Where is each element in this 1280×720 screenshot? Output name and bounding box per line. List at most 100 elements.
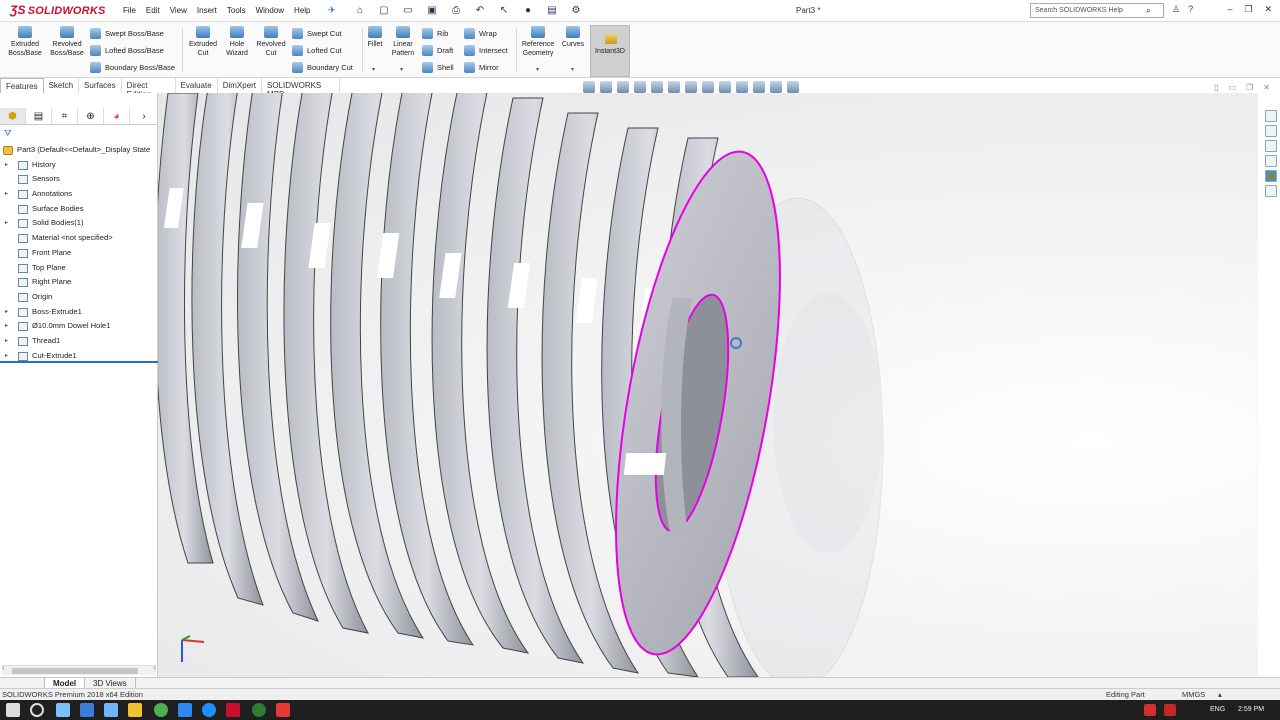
fillet-button[interactable]: Fillet: [364, 26, 386, 49]
options-gear-icon[interactable]: ⚙: [566, 3, 586, 18]
scroll-thumb[interactable]: [12, 668, 138, 674]
filter-icon[interactable]: ⛛: [4, 128, 12, 139]
app-icon[interactable]: [202, 703, 216, 717]
realview-icon[interactable]: [770, 81, 782, 93]
menu-tools[interactable]: Tools: [222, 6, 251, 15]
select-icon[interactable]: ↖: [494, 3, 514, 18]
display-manager-tab-icon[interactable]: ◕: [104, 108, 130, 124]
app-icon[interactable]: [276, 703, 290, 717]
rib-button[interactable]: Rib: [422, 28, 448, 39]
appearances-icon[interactable]: [1265, 170, 1277, 182]
tree-item-right-plane[interactable]: Right Plane: [0, 275, 158, 290]
section-view-icon[interactable]: [634, 81, 646, 93]
windows-start-icon[interactable]: [6, 703, 20, 717]
minimize-icon[interactable]: –: [1227, 4, 1232, 15]
threaded-part-model[interactable]: [158, 93, 1258, 677]
revolved-boss-button[interactable]: Revolved Boss/Base: [48, 26, 86, 58]
search-icon[interactable]: ⌕: [1146, 5, 1151, 16]
design-library-icon[interactable]: [1265, 125, 1277, 137]
task-view-icon[interactable]: [56, 703, 70, 717]
tree-item-history[interactable]: ▸ History: [0, 158, 158, 173]
rebuild-icon[interactable]: ●: [518, 3, 538, 18]
expand-arrow-icon[interactable]: ▸: [5, 305, 8, 319]
units-dropdown-icon[interactable]: ▴: [1218, 690, 1222, 699]
previous-view-icon[interactable]: [617, 81, 629, 93]
view-palette-icon[interactable]: [1265, 155, 1277, 167]
zoom-to-fit-icon[interactable]: [583, 81, 595, 93]
close-icon[interactable]: ✕: [1264, 4, 1272, 15]
tab-features[interactable]: Features: [0, 78, 44, 93]
reference-geometry-button[interactable]: Reference Geometry: [518, 26, 558, 58]
file-explorer-icon[interactable]: [1265, 140, 1277, 152]
curves-dropdown-icon[interactable]: ▾: [571, 66, 574, 73]
dynamic-annotation-icon[interactable]: [651, 81, 663, 93]
expand-arrow-icon[interactable]: ▸: [5, 158, 8, 172]
graphics-area[interactable]: [158, 93, 1258, 677]
file-explorer-icon[interactable]: [128, 703, 142, 717]
hide-show-icon[interactable]: [702, 81, 714, 93]
custom-properties-icon[interactable]: [1265, 185, 1277, 197]
swept-cut-button[interactable]: Swept Cut: [292, 28, 342, 39]
viewport-close-icon[interactable]: ✕: [1263, 83, 1270, 92]
tab-sketch[interactable]: Sketch: [44, 78, 80, 93]
menu-insert[interactable]: Insert: [192, 6, 222, 15]
lofted-cut-button[interactable]: Lofted Cut: [292, 45, 342, 56]
boundary-boss-button[interactable]: Boundary Boss/Base: [90, 62, 175, 73]
cube-view-icon[interactable]: [787, 81, 799, 93]
home-icon[interactable]: ⌂: [350, 3, 370, 18]
app-icon[interactable]: [80, 703, 94, 717]
tree-item-dowel-hole[interactable]: ▸ Ø10.0mm Dowel Hole1: [0, 319, 158, 334]
expand-arrow-icon[interactable]: ▸: [5, 319, 8, 333]
viewport-minimize-icon[interactable]: ▭: [1229, 83, 1237, 92]
tab-direct-editing[interactable]: Direct Editing: [122, 78, 176, 99]
curves-button[interactable]: Curves: [560, 26, 586, 49]
viewport-tile-icon[interactable]: ▯: [1214, 83, 1218, 92]
edit-appearance-icon[interactable]: [719, 81, 731, 93]
boundary-cut-button[interactable]: Boundary Cut: [292, 62, 353, 73]
tree-item-solid-bodies[interactable]: ▸ Solid Bodies(1): [0, 216, 158, 231]
solidworks-resources-icon[interactable]: [1265, 110, 1277, 122]
wrap-button[interactable]: Wrap: [464, 28, 497, 39]
extruded-boss-button[interactable]: Extruded Boss/Base: [6, 26, 44, 58]
tree-horizontal-scrollbar[interactable]: ‹ ›: [2, 665, 156, 675]
configuration-manager-tab-icon[interactable]: ⌗: [52, 108, 78, 124]
menu-file[interactable]: File: [118, 6, 141, 15]
revolved-cut-button[interactable]: Revolved Cut: [254, 26, 288, 58]
tree-item-annotations[interactable]: ▸ Annotations: [0, 187, 158, 202]
tab-evaluate[interactable]: Evaluate: [176, 78, 218, 93]
tab-surfaces[interactable]: Surfaces: [79, 78, 122, 93]
help-question-icon[interactable]: ?: [1188, 4, 1193, 15]
expand-tabs-icon[interactable]: ›: [130, 108, 158, 124]
tray-icon[interactable]: [1164, 704, 1176, 716]
expand-arrow-icon[interactable]: ▸: [5, 349, 8, 363]
property-manager-tab-icon[interactable]: ▤: [26, 108, 52, 124]
expand-arrow-icon[interactable]: ▸: [5, 187, 8, 201]
search-icon[interactable]: [30, 703, 44, 717]
language-indicator[interactable]: ENG: [1210, 706, 1225, 713]
shell-button[interactable]: Shell: [422, 62, 454, 73]
apply-scene-icon[interactable]: [736, 81, 748, 93]
lofted-boss-button[interactable]: Lofted Boss/Base: [90, 45, 164, 56]
viewport-restore-icon[interactable]: ❐: [1246, 83, 1253, 92]
chrome-icon[interactable]: [154, 703, 168, 717]
file-properties-icon[interactable]: ▤: [542, 3, 562, 18]
open-folder-icon[interactable]: ▭: [398, 3, 418, 18]
solidworks-taskbar-icon[interactable]: [226, 703, 240, 717]
menu-window[interactable]: Window: [251, 6, 289, 15]
tree-item-thread1[interactable]: ▸ Thread1: [0, 334, 158, 349]
swept-boss-button[interactable]: Swept Boss/Base: [90, 28, 164, 39]
tree-item-boss-extrude1[interactable]: ▸ Boss-Extrude1: [0, 305, 158, 320]
clock[interactable]: 2:59 PM: [1238, 706, 1264, 713]
view-settings-icon[interactable]: [753, 81, 765, 93]
pattern-dropdown-icon[interactable]: ▾: [400, 66, 403, 73]
undo-icon[interactable]: ↶: [470, 3, 490, 18]
linear-pattern-button[interactable]: Linear Pattern: [388, 26, 418, 58]
dimxpert-manager-tab-icon[interactable]: ⊕: [78, 108, 104, 124]
zoom-to-area-icon[interactable]: [600, 81, 612, 93]
reference-dropdown-icon[interactable]: ▾: [536, 66, 539, 73]
expand-arrow-icon[interactable]: ▸: [5, 334, 8, 348]
app-icon[interactable]: [252, 703, 266, 717]
app-icon[interactable]: [178, 703, 192, 717]
save-icon[interactable]: ▣: [422, 3, 442, 18]
extruded-cut-button[interactable]: Extruded Cut: [186, 26, 220, 58]
